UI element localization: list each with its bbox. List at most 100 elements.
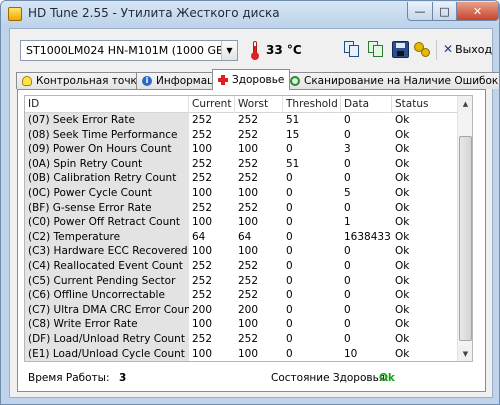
table-row[interactable]: (C6) Offline Uncorrectable 252 252 0 0 Ok bbox=[25, 288, 457, 303]
save-icon[interactable] bbox=[392, 41, 409, 58]
column-header-threshold[interactable]: Threshold bbox=[283, 96, 341, 113]
scrollbar-thumb[interactable] bbox=[459, 136, 472, 341]
data-cell: 3 bbox=[344, 143, 351, 156]
current-cell: 252 bbox=[192, 259, 213, 272]
status-cell: Ok bbox=[395, 216, 410, 229]
table-row[interactable]: (E1) Load/Unload Cycle Count 100 100 0 10 Ok bbox=[25, 346, 457, 361]
table-body: (07) Seek Error Rate 252 252 51 0 Ok (08) Seek… bbox=[25, 113, 457, 361]
exit-button[interactable]: ✕ Выход bbox=[443, 42, 492, 56]
table-header: ID Current Worst Threshold Data Status bbox=[25, 96, 457, 113]
status-footer: Время Работы: 3 Состояние Здоровья: Ok bbox=[18, 364, 485, 392]
threshold-cell: 0 bbox=[286, 259, 293, 272]
data-cell: 0 bbox=[344, 289, 351, 302]
worst-cell: 64 bbox=[238, 230, 252, 243]
table-row[interactable]: (08) Seek Time Performance 252 252 15 0 Ok bbox=[25, 127, 457, 143]
data-cell: 0 bbox=[344, 303, 351, 316]
minimize-button[interactable]: — bbox=[407, 2, 433, 21]
current-cell: 64 bbox=[192, 230, 206, 243]
data-cell: 1638433 bbox=[344, 230, 391, 243]
table-row[interactable]: (07) Seek Error Rate 252 252 51 0 Ok bbox=[25, 113, 457, 128]
attribute-id-cell: (0C) Power Cycle Count bbox=[25, 185, 189, 201]
column-header-status[interactable]: Status bbox=[392, 96, 457, 113]
threshold-cell: 0 bbox=[286, 274, 293, 287]
attribute-id-cell: (C4) Reallocated Event Count bbox=[25, 258, 189, 274]
table-row[interactable]: (09) Power On Hours Count 100 100 0 3 Ok bbox=[25, 142, 457, 157]
worst-cell: 252 bbox=[238, 172, 259, 185]
scroll-up-icon[interactable]: ▲ bbox=[458, 96, 472, 111]
status-cell: Ok bbox=[395, 274, 410, 287]
column-header-current[interactable]: Current bbox=[189, 96, 235, 113]
table-row[interactable]: (C2) Temperature 64 64 0 1638433 Ok bbox=[25, 229, 457, 245]
tab-label: Контрольная точка bbox=[36, 75, 144, 87]
table-row[interactable]: (0A) Spin Retry Count 252 252 51 0 Ok bbox=[25, 156, 457, 172]
attribute-id-cell: (C8) Write Error Rate bbox=[25, 317, 189, 332]
threshold-cell: 0 bbox=[286, 186, 293, 199]
table-row[interactable]: (C4) Reallocated Event Count 252 252 0 0 Ok bbox=[25, 258, 457, 274]
attribute-id-cell: (C3) Hardware ECC Recovered bbox=[25, 244, 189, 259]
status-cell: Ok bbox=[395, 303, 410, 316]
scan-icon bbox=[290, 76, 300, 86]
table-row[interactable]: (0B) Calibration Retry Count 252 252 0 0 Ok bbox=[25, 171, 457, 186]
worst-cell: 200 bbox=[238, 303, 259, 316]
threshold-cell: 0 bbox=[286, 172, 293, 185]
table-row[interactable]: (C0) Power Off Retract Count 100 100 0 1 Ok bbox=[25, 215, 457, 230]
exit-icon: ✕ bbox=[443, 42, 454, 56]
info-icon: i bbox=[142, 76, 152, 86]
red-cross-icon bbox=[218, 75, 228, 85]
status-cell: Ok bbox=[395, 114, 410, 126]
table-row[interactable]: (C5) Current Pending Sector 252 252 0 0 Ok bbox=[25, 273, 457, 289]
vertical-scrollbar[interactable]: ▲ ▼ bbox=[457, 96, 472, 361]
table-row[interactable]: (C3) Hardware ECC Recovered 100 100 0 0 Ok bbox=[25, 244, 457, 259]
status-cell: Ok bbox=[395, 259, 410, 272]
worst-cell: 252 bbox=[238, 157, 259, 170]
data-cell: 1 bbox=[344, 216, 351, 229]
worst-cell: 252 bbox=[238, 274, 259, 287]
health-panel: ID Current Worst Threshold Data Status (… bbox=[17, 89, 486, 392]
worst-cell: 100 bbox=[238, 318, 259, 331]
worst-cell: 252 bbox=[238, 259, 259, 272]
close-button[interactable]: ✕ bbox=[456, 2, 499, 21]
column-header-worst[interactable]: Worst bbox=[235, 96, 283, 113]
tab-benchmark[interactable]: Контрольная точка bbox=[16, 72, 150, 89]
worst-cell: 252 bbox=[238, 114, 259, 126]
table-row[interactable]: (0C) Power Cycle Count 100 100 0 5 Ok bbox=[25, 185, 457, 201]
status-cell: Ok bbox=[395, 157, 410, 170]
scroll-down-icon[interactable]: ▼ bbox=[458, 346, 472, 361]
drive-select[interactable]: ST1000LM024 HN-M101M (1000 GB) ▼ bbox=[20, 40, 238, 61]
tab-error-scan[interactable]: Сканирование на Наличие Ошибок bbox=[284, 72, 499, 89]
chevron-down-icon[interactable]: ▼ bbox=[221, 41, 237, 60]
maximize-button[interactable]: □ bbox=[432, 2, 457, 21]
status-cell: Ok bbox=[395, 201, 410, 214]
current-cell: 252 bbox=[192, 157, 213, 170]
copy-all-icon[interactable] bbox=[368, 41, 385, 58]
data-cell: 10 bbox=[344, 347, 358, 360]
health-status-value: Ok bbox=[379, 372, 395, 384]
copy-icon[interactable] bbox=[344, 41, 361, 58]
status-cell: Ok bbox=[395, 347, 410, 360]
options-icon[interactable] bbox=[414, 41, 431, 58]
data-cell: 5 bbox=[344, 186, 351, 199]
current-cell: 200 bbox=[192, 303, 213, 316]
table-row[interactable]: (C7) Ultra DMA CRC Error Count 200 200 0 0 Ok bbox=[25, 302, 457, 318]
threshold-cell: 0 bbox=[286, 245, 293, 258]
worst-cell: 100 bbox=[238, 143, 259, 156]
column-header-data[interactable]: Data bbox=[341, 96, 392, 113]
table-row[interactable]: (BF) G-sense Error Rate 252 252 0 0 Ok bbox=[25, 200, 457, 216]
current-cell: 100 bbox=[192, 347, 213, 360]
table-row[interactable]: (DF) Load/Unload Retry Count 252 252 0 0 Ok bbox=[25, 331, 457, 347]
table-row[interactable]: (C8) Write Error Rate 100 100 0 0 Ok bbox=[25, 317, 457, 332]
attribute-id-cell: (BF) G-sense Error Rate bbox=[25, 200, 189, 216]
worst-cell: 100 bbox=[238, 347, 259, 360]
current-cell: 100 bbox=[192, 216, 213, 229]
current-cell: 252 bbox=[192, 172, 213, 185]
title-bar[interactable]: HD Tune 2.55 - Утилита Жесткого диска — … bbox=[1, 1, 499, 27]
current-cell: 252 bbox=[192, 332, 213, 345]
threshold-cell: 51 bbox=[286, 157, 300, 170]
attribute-id-cell: (07) Seek Error Rate bbox=[25, 113, 189, 128]
tab-health[interactable]: Здоровье bbox=[212, 69, 291, 90]
column-header-id[interactable]: ID bbox=[25, 96, 189, 113]
tab-label: Сканирование на Наличие Ошибок bbox=[304, 75, 499, 87]
attribute-id-cell: (C7) Ultra DMA CRC Error Count bbox=[25, 302, 189, 318]
threshold-cell: 0 bbox=[286, 303, 293, 316]
threshold-cell: 15 bbox=[286, 128, 300, 141]
